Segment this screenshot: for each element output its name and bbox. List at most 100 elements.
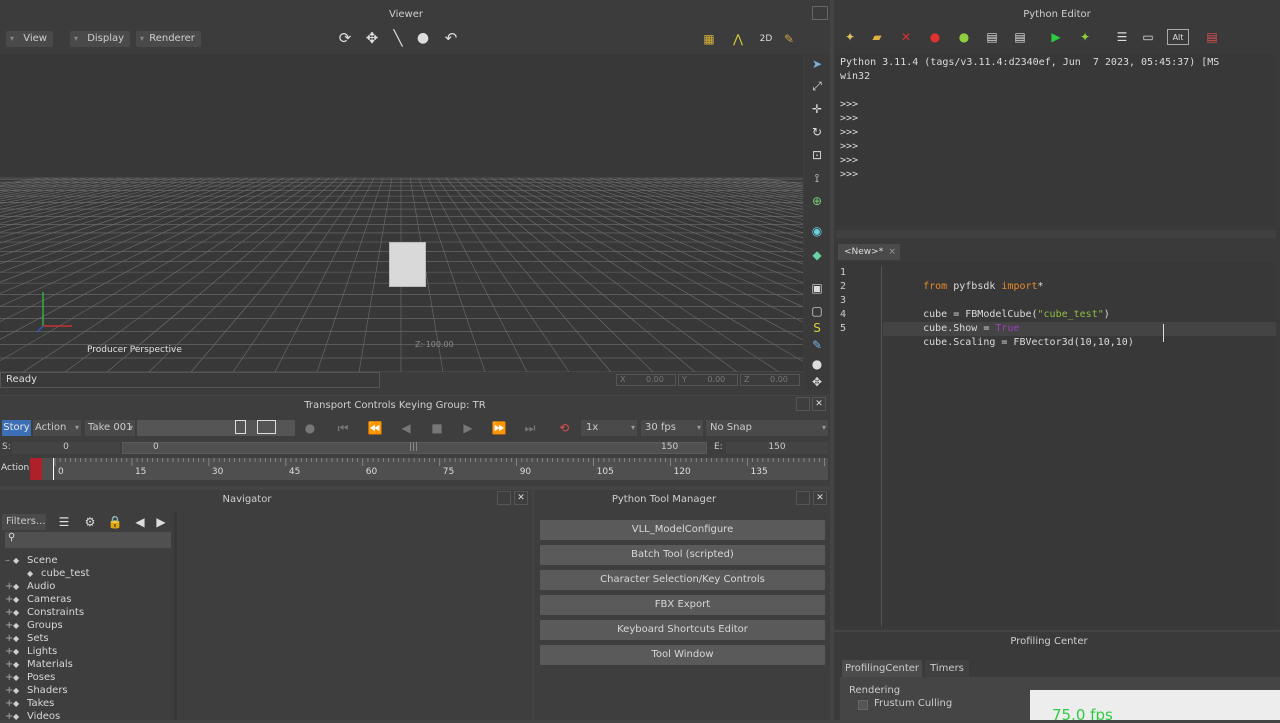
alt-keys-icon[interactable]: Alt: [1167, 29, 1189, 45]
rotate-view-icon[interactable]: ↶: [443, 29, 459, 47]
tree-item[interactable]: +◆ Constraints: [5, 606, 84, 619]
split-view-icon[interactable]: [257, 420, 276, 434]
tree-item[interactable]: +◆ Sets: [5, 632, 49, 645]
console-icon[interactable]: ▭: [1140, 29, 1156, 45]
fps-dropdown[interactable]: 30 fps ▾: [641, 420, 703, 436]
skeleton-icon[interactable]: ⟟: [809, 170, 825, 186]
tree-item[interactable]: +◆ Takes: [5, 697, 54, 710]
single-view-icon[interactable]: [235, 420, 246, 434]
select-arrow-icon[interactable]: ➤: [809, 56, 825, 72]
expand-icon[interactable]: +: [5, 684, 13, 697]
tool-fbx-export-button[interactable]: FBX Export: [540, 595, 825, 615]
renderer-menu[interactable]: ▾ Renderer: [136, 31, 201, 47]
viewport[interactable]: Producer Perspective Z: 100.00: [0, 54, 803, 372]
tree-item[interactable]: +◆ Poses: [5, 671, 55, 684]
tool-keyboard-shortcuts-button[interactable]: Keyboard Shortcuts Editor: [540, 620, 825, 640]
take-dropdown[interactable]: Take 001 ▾: [85, 420, 135, 436]
save-icon[interactable]: ▤: [984, 29, 1000, 45]
expand-icon[interactable]: +: [5, 606, 13, 619]
loop-icon[interactable]: ⟲: [556, 420, 572, 436]
tab-timers[interactable]: Timers: [925, 660, 969, 677]
tree-item[interactable]: – ◆ Scene: [5, 554, 58, 567]
translate-icon[interactable]: ⤢: [809, 78, 825, 94]
expand-icon[interactable]: +: [5, 645, 13, 658]
brush-icon[interactable]: ✎: [781, 31, 797, 47]
dolly-icon[interactable]: ╲: [390, 29, 406, 47]
tree-item[interactable]: +◆ Audio: [5, 580, 55, 593]
frustum-culling-checkbox[interactable]: [858, 700, 868, 710]
transport-restore-icon[interactable]: [796, 397, 810, 411]
console-scroll-separator[interactable]: [836, 230, 1276, 238]
prev-key-icon[interactable]: ⏪: [367, 420, 383, 436]
box-icon[interactable]: ▢: [809, 303, 825, 319]
play-icon[interactable]: ▶: [1048, 29, 1064, 45]
list-view-icon[interactable]: ☰: [56, 514, 72, 530]
lock-icon[interactable]: 🔒: [107, 514, 123, 530]
play-reverse-icon[interactable]: ◀: [398, 420, 414, 436]
tab-profilingcenter[interactable]: ProfilingCenter: [842, 660, 922, 677]
open-folder-icon[interactable]: ▰: [869, 29, 885, 45]
python-console[interactable]: Python 3.11.4 (tags/v3.11.4:d2340ef, Jun…: [836, 54, 1276, 226]
tool-manager-close-icon[interactable]: ✕: [813, 491, 827, 505]
view-menu[interactable]: ▾ View: [6, 31, 53, 47]
execute-selection-icon[interactable]: ✦: [1077, 29, 1093, 45]
tree-item[interactable]: +◆ Shaders: [5, 684, 68, 697]
transport-close-icon[interactable]: ✕: [812, 397, 826, 411]
move-icon[interactable]: ✛: [809, 101, 825, 117]
globe-icon[interactable]: ◉: [809, 223, 825, 239]
tree-item[interactable]: +◆ Materials: [5, 658, 73, 671]
tree-item[interactable]: +◆ Lights: [5, 645, 57, 658]
timeline-ruler[interactable]: [30, 458, 828, 480]
expand-icon[interactable]: +: [5, 593, 13, 606]
close-tab-icon[interactable]: ×: [888, 244, 896, 260]
rotate-icon[interactable]: ↻: [809, 124, 825, 140]
tree-item[interactable]: +◆ Cameras: [5, 593, 71, 606]
range-slider[interactable]: 0 ||| 150: [122, 442, 707, 454]
skip-start-icon[interactable]: ⏮: [335, 420, 351, 436]
save-as-icon[interactable]: ▤: [1012, 29, 1028, 45]
tree-item[interactable]: +◆ Videos: [5, 710, 60, 723]
snap-dropdown[interactable]: No Snap ▾: [706, 420, 828, 436]
navigator-restore-icon[interactable]: [497, 491, 511, 505]
tab-new[interactable]: <New>* ×: [838, 244, 900, 260]
play-forward-icon[interactable]: ▶: [460, 420, 476, 436]
film-strip-icon[interactable]: ▦: [701, 31, 717, 47]
spline-icon[interactable]: S: [809, 320, 825, 336]
navigator-splitter[interactable]: [174, 512, 177, 720]
range-grip-icon[interactable]: |||: [409, 442, 418, 452]
2d-view-icon[interactable]: 2D: [758, 31, 774, 47]
expand-icon[interactable]: +: [5, 697, 13, 710]
transform-icon[interactable]: ✥: [809, 374, 825, 390]
paint-icon[interactable]: ✎: [809, 337, 825, 353]
code-editor[interactable]: 12345 from pyfbsdk import* cube = FBMode…: [836, 262, 1276, 626]
filters-button[interactable]: Filters...: [2, 514, 46, 530]
scale-icon[interactable]: ⊡: [809, 147, 825, 163]
navigator-close-icon[interactable]: ✕: [514, 491, 528, 505]
expand-icon[interactable]: +: [5, 710, 13, 723]
pivot-icon[interactable]: ⊕: [809, 193, 825, 209]
orbit-icon[interactable]: ⟳: [337, 29, 353, 47]
tree-item[interactable]: +◆ Groups: [5, 619, 63, 632]
cube-object[interactable]: [389, 242, 426, 287]
cube-icon[interactable]: ▣: [809, 280, 825, 296]
expand-icon[interactable]: +: [5, 671, 13, 684]
curve-icon[interactable]: ⋀: [730, 31, 746, 47]
coord-x-field[interactable]: X 0.00: [616, 374, 676, 386]
nav-arrow-icon[interactable]: ◆: [809, 247, 825, 263]
forward-arrow-icon[interactable]: ▶: [153, 514, 169, 530]
coord-y-field[interactable]: Y 0.00: [678, 374, 738, 386]
expand-icon[interactable]: +: [5, 580, 13, 593]
run-circle-icon[interactable]: ●: [956, 29, 972, 45]
indent-icon[interactable]: ☰: [1114, 29, 1130, 45]
tree-item[interactable]: ◆ cube_test: [5, 567, 90, 580]
expand-icon[interactable]: +: [5, 632, 13, 645]
tool-manager-restore-icon[interactable]: [796, 491, 810, 505]
script-icon[interactable]: ✦: [842, 29, 858, 45]
action-dropdown[interactable]: Action ▾: [33, 420, 81, 436]
navigator-tree[interactable]: – ◆ Scene ◆ cube_test +◆ Audio +◆ Cameras +◆ Const…: [5, 554, 173, 723]
stop-icon[interactable]: ■: [429, 420, 445, 436]
zoom-icon[interactable]: ●: [415, 30, 431, 46]
sphere-icon[interactable]: ●: [809, 356, 825, 372]
clear-console-icon[interactable]: ▤: [1204, 29, 1220, 45]
start-field[interactable]: 0: [12, 442, 120, 454]
